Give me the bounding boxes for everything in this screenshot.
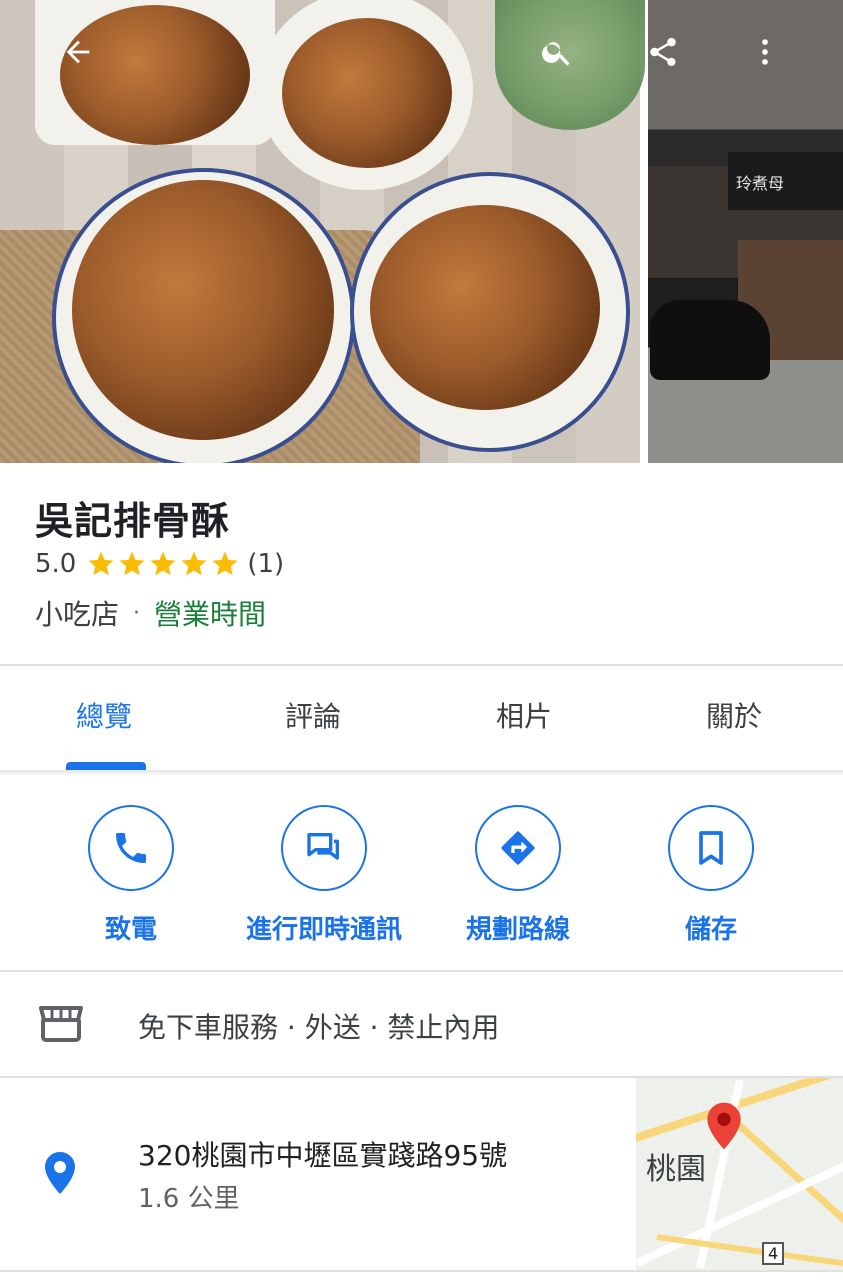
- map-city-label: 桃園: [646, 1152, 706, 1187]
- star-icon: [181, 551, 207, 576]
- tab-about[interactable]: 關於: [706, 695, 762, 735]
- map-road: [656, 1234, 843, 1268]
- save-label: 儲存: [684, 915, 737, 945]
- call-label: 致電: [104, 915, 157, 945]
- chat-circle: [281, 805, 367, 891]
- tab-bar-shadow: [0, 770, 843, 776]
- review-count: (1): [247, 549, 285, 579]
- star-icon: [212, 551, 238, 576]
- more-vert-icon: [762, 39, 768, 65]
- call-circle: [88, 805, 174, 891]
- chat-button[interactable]: 進行即時通訊: [224, 805, 424, 946]
- location-pin-icon: [42, 1150, 78, 1200]
- service-options-row[interactable]: 免下車服務 · 外送 · 禁止內用: [0, 972, 843, 1076]
- bookmark-icon: [699, 831, 723, 865]
- share-button[interactable]: [633, 22, 693, 82]
- directions-icon: [501, 831, 535, 865]
- address-row[interactable]: 320桃園市中壢區實踐路95號 1.6 公里 桃園 4: [0, 1078, 843, 1270]
- search-icon: [542, 42, 570, 66]
- chat-label: 進行即時通訊: [245, 915, 402, 945]
- place-category: 小吃店: [35, 598, 120, 631]
- store-sign-text: 玲煮母: [736, 174, 785, 193]
- fried-chicken: [282, 18, 452, 168]
- service-options-text: 免下車服務 · 外送 · 禁止內用: [138, 1011, 500, 1044]
- save-button[interactable]: 儲存: [611, 805, 811, 946]
- tab-overview[interactable]: 總覽: [76, 695, 132, 735]
- map-route-badge: 4: [762, 1242, 785, 1265]
- star-icon: [150, 551, 176, 576]
- map-marker-icon: [704, 1100, 744, 1156]
- opening-hours-link[interactable]: 營業時間: [154, 593, 266, 633]
- store-sign: 玲煮母: [728, 152, 843, 210]
- directions-circle: [475, 805, 561, 891]
- category-row: 小吃店 · 營業時間: [35, 593, 266, 633]
- map-thumbnail[interactable]: 桃園 4: [636, 1078, 843, 1270]
- active-tab-indicator: [66, 762, 146, 770]
- search-button[interactable]: [527, 22, 587, 82]
- scooter: [650, 300, 770, 380]
- directions-label: 規劃路線: [465, 915, 570, 945]
- more-options-button[interactable]: [735, 22, 795, 82]
- tab-reviews[interactable]: 評論: [285, 695, 341, 735]
- call-button[interactable]: 致電: [31, 805, 231, 946]
- tab-photos[interactable]: 相片: [496, 695, 552, 735]
- photo-header[interactable]: 玲煮母: [0, 0, 843, 463]
- save-circle: [668, 805, 754, 891]
- star-icon: [88, 551, 114, 576]
- rating-row[interactable]: 5.0 (1): [35, 549, 284, 579]
- storefront-icon: [38, 1002, 84, 1048]
- share-icon: [650, 37, 676, 67]
- rating-value: 5.0: [35, 549, 77, 579]
- address-text: 320桃園市中壢區實踐路95號: [138, 1139, 508, 1172]
- phone-icon: [116, 833, 146, 863]
- divider: [0, 1270, 843, 1272]
- fried-chicken: [370, 205, 600, 410]
- chat-icon: [307, 833, 339, 860]
- fried-chicken: [72, 180, 334, 440]
- back-button[interactable]: [48, 22, 108, 82]
- arrow-back-icon: [66, 40, 90, 64]
- rating-stars: [86, 549, 241, 579]
- star-icon: [119, 551, 145, 576]
- directions-button[interactable]: 規劃路線: [418, 805, 618, 946]
- distance-text: 1.6 公里: [138, 1184, 240, 1214]
- place-name: 吳記排骨酥: [35, 499, 231, 543]
- tab-bar: 總覽 評論 相片 關於: [0, 665, 843, 770]
- separator-dot: ·: [133, 600, 141, 626]
